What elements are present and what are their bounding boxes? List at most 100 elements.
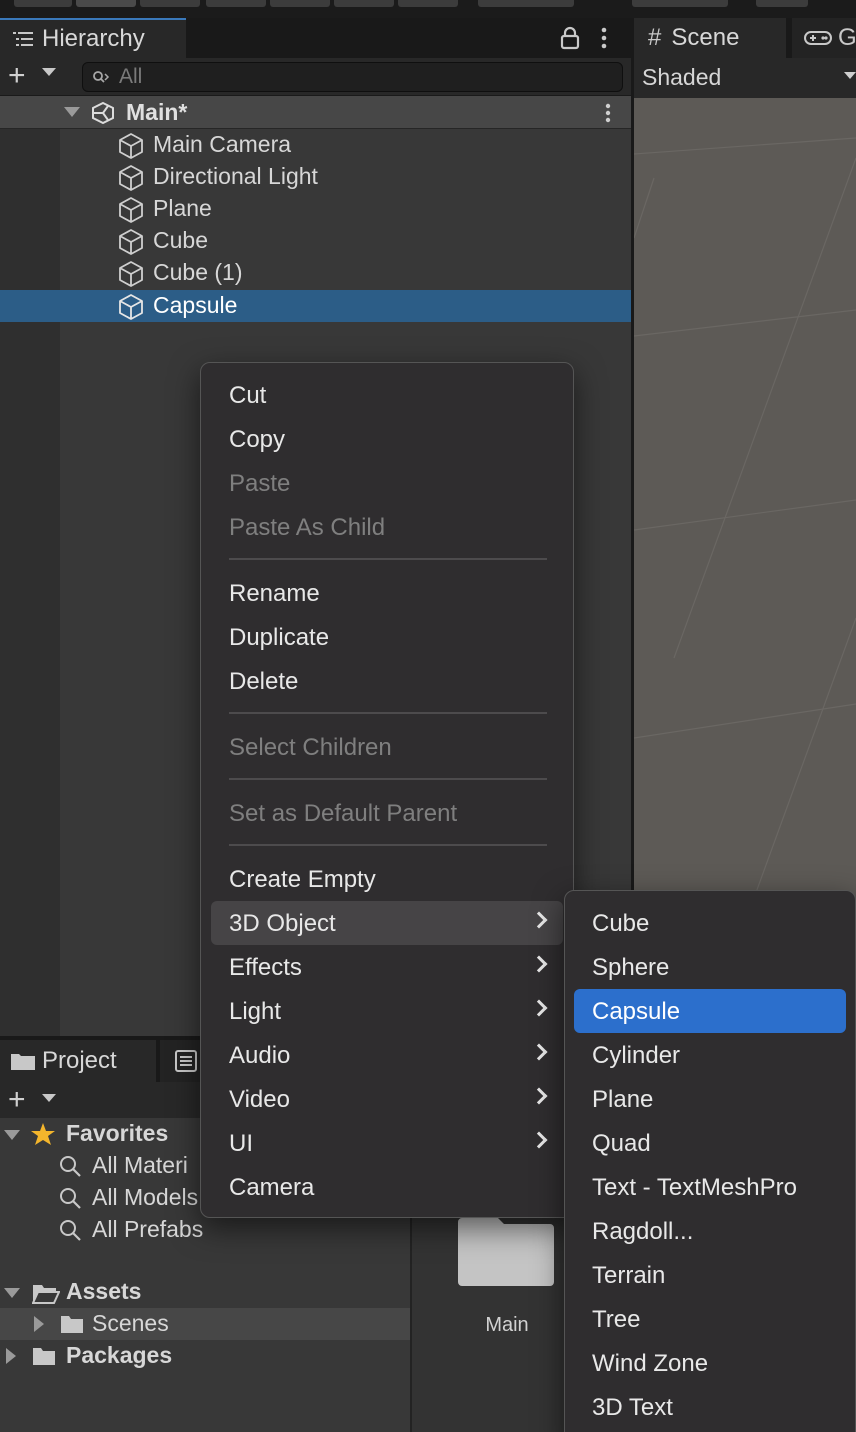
menu-item-label: Select Children	[229, 734, 392, 761]
hierarchy-item[interactable]: Cube	[0, 225, 631, 257]
tree-item-packages[interactable]: Packages	[0, 1340, 410, 1372]
menu-item-copy[interactable]: Copy	[211, 417, 563, 461]
hierarchy-item-selected[interactable]: Capsule	[0, 290, 631, 322]
menu-item-label: Video	[229, 1086, 290, 1113]
toolbar-button[interactable]	[632, 0, 728, 7]
submenu-item-quad[interactable]: Quad	[574, 1121, 846, 1165]
menu-item-light[interactable]: Light	[211, 989, 563, 1033]
favorites-label: Favorites	[66, 1120, 169, 1146]
hierarchy-item[interactable]: Directional Light	[0, 161, 631, 193]
toolbar-button[interactable]	[206, 0, 266, 7]
create-dropdown-icon[interactable]	[42, 68, 56, 76]
menu-separator	[229, 558, 547, 560]
fold-arrow-icon[interactable]	[4, 1130, 20, 1140]
submenu-item-tree[interactable]: Tree	[574, 1297, 846, 1341]
shading-mode-dropdown[interactable]: Shaded	[642, 64, 721, 91]
toolbar-button[interactable]	[756, 0, 808, 7]
tree-item-favorite[interactable]: All Prefabs	[0, 1214, 410, 1246]
hierarchy-toolbar: +	[0, 58, 631, 96]
tab-hierarchy[interactable]: Hierarchy	[0, 18, 186, 58]
kebab-menu-icon[interactable]	[598, 26, 610, 50]
toolbar-button[interactable]	[14, 0, 72, 7]
menu-item-duplicate[interactable]: Duplicate	[211, 615, 563, 659]
toolbar-button[interactable]	[76, 0, 136, 7]
fold-arrow-icon[interactable]	[4, 1288, 20, 1298]
list-icon	[13, 32, 33, 46]
expand-arrow-icon[interactable]	[6, 1348, 16, 1364]
scene-toolbar: Shaded	[634, 58, 856, 98]
menu-item-3d-object[interactable]: 3D Object	[211, 901, 563, 945]
menu-item-label: Delete	[229, 668, 299, 695]
toolbar-button[interactable]	[398, 0, 458, 7]
console-icon	[175, 1050, 197, 1072]
submenu-item-cylinder[interactable]: Cylinder	[574, 1033, 846, 1077]
project-create-plus-icon[interactable]: +	[8, 1085, 26, 1115]
create-plus-icon[interactable]: +	[8, 61, 26, 91]
menu-item-camera[interactable]: Camera	[211, 1165, 563, 1209]
gamepad-icon	[804, 31, 832, 45]
menu-item-label: Rename	[229, 580, 320, 607]
hierarchy-item-label: Directional Light	[153, 163, 318, 189]
favorite-label: All Materi	[92, 1152, 188, 1178]
project-create-dropdown-icon[interactable]	[42, 1094, 56, 1102]
lock-icon[interactable]	[560, 26, 580, 50]
hierarchy-item[interactable]: Plane	[0, 193, 631, 225]
chevron-down-icon[interactable]	[844, 72, 856, 79]
hierarchy-item[interactable]: Main Camera	[0, 129, 631, 161]
chevron-right-icon	[530, 999, 548, 1017]
menu-item-cut[interactable]: Cut	[211, 373, 563, 417]
tab-scene[interactable]: # Scene	[634, 18, 786, 58]
submenu-3d-object: Cube Sphere Capsule Cylinder Plane Quad …	[564, 890, 856, 1432]
hierarchy-search-box[interactable]	[82, 62, 623, 92]
hierarchy-tabbar: Hierarchy	[0, 18, 631, 58]
menu-item-delete[interactable]: Delete	[211, 659, 563, 703]
fold-arrow-icon[interactable]	[64, 107, 80, 117]
menu-item-rename[interactable]: Rename	[211, 571, 563, 615]
folder-asset-icon[interactable]	[458, 1218, 554, 1286]
scene-kebab-icon[interactable]	[603, 102, 613, 124]
menu-item-ui[interactable]: UI	[211, 1121, 563, 1165]
chevron-right-icon	[530, 955, 548, 973]
search-icon	[60, 1188, 81, 1209]
menu-item-label: Camera	[229, 1174, 315, 1201]
scene-row-main[interactable]: Main*	[0, 96, 631, 129]
menu-item-label: Paste	[229, 470, 291, 497]
tab-game[interactable]: G	[792, 18, 856, 58]
folder-icon	[33, 1348, 55, 1365]
tree-item-assets[interactable]: Assets	[0, 1276, 410, 1308]
tree-item-scenes[interactable]: Scenes	[0, 1308, 410, 1340]
submenu-item-wind-zone[interactable]: Wind Zone	[574, 1341, 846, 1385]
favorite-label: All Prefabs	[92, 1216, 204, 1242]
submenu-item-label: Tree	[592, 1306, 641, 1333]
submenu-item-plane[interactable]: Plane	[574, 1077, 846, 1121]
menu-item-label: Light	[229, 998, 282, 1025]
expand-arrow-icon[interactable]	[34, 1316, 44, 1332]
submenu-item-ragdoll[interactable]: Ragdoll...	[574, 1209, 846, 1253]
submenu-item-label: Sphere	[592, 954, 670, 981]
submenu-item-terrain[interactable]: Terrain	[574, 1253, 846, 1297]
toolbar-button[interactable]	[334, 0, 394, 7]
menu-separator	[229, 712, 547, 714]
grid-hash-icon: #	[648, 24, 662, 51]
submenu-item-capsule[interactable]: Capsule	[574, 989, 846, 1033]
toolbar-button[interactable]	[478, 0, 574, 7]
submenu-item-text-textmeshpro[interactable]: Text - TextMeshPro	[574, 1165, 846, 1209]
asset-label[interactable]: Main	[462, 1314, 552, 1337]
submenu-item-label: Text - TextMeshPro	[592, 1174, 797, 1201]
menu-item-audio[interactable]: Audio	[211, 1033, 563, 1077]
menu-item-video[interactable]: Video	[211, 1077, 563, 1121]
hierarchy-search-input[interactable]	[119, 65, 599, 89]
toolbar-button[interactable]	[140, 0, 200, 7]
hierarchy-item[interactable]: Cube (1)	[0, 257, 631, 289]
submenu-item-3d-text[interactable]: 3D Text	[574, 1385, 846, 1429]
tab-project[interactable]: Project	[0, 1040, 156, 1082]
submenu-item-sphere[interactable]: Sphere	[574, 945, 846, 989]
menu-item-create-empty[interactable]: Create Empty	[211, 857, 563, 901]
search-icon	[93, 71, 110, 83]
menu-item-effects[interactable]: Effects	[211, 945, 563, 989]
tab-scene-label: Scene	[671, 24, 740, 51]
submenu-item-label: Cylinder	[592, 1042, 681, 1069]
toolbar-button[interactable]	[270, 0, 330, 7]
submenu-item-cube[interactable]: Cube	[574, 901, 846, 945]
submenu-item-label: Terrain	[592, 1262, 666, 1289]
